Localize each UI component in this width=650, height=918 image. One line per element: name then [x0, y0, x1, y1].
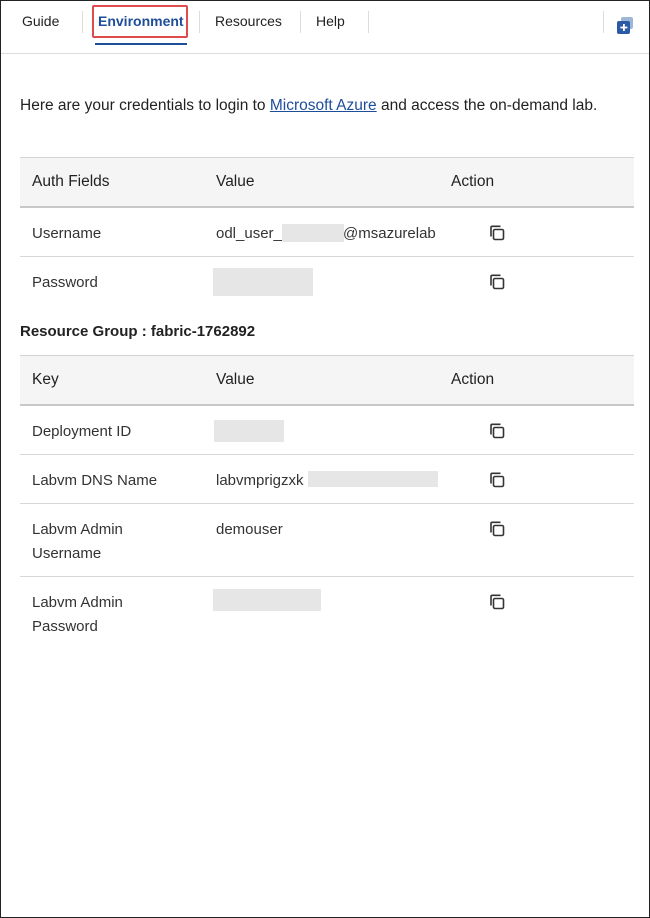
key-line: Labvm Admin	[32, 594, 123, 611]
redacted-value	[214, 420, 284, 442]
tab-help[interactable]: Help	[316, 1, 345, 41]
key-line: Username	[32, 545, 102, 562]
tab-resources[interactable]: Resources	[215, 1, 282, 41]
tab-divider	[199, 11, 200, 33]
table-row: Password	[20, 257, 634, 306]
column-header-value: Value	[216, 173, 255, 190]
tab-divider	[82, 11, 83, 33]
column-header-value: Value	[216, 371, 255, 388]
key-line: Password	[32, 618, 98, 635]
tab-highlight-box	[92, 5, 188, 38]
resources-table: Key Value Action Deployment ID Labvm DNS…	[20, 355, 634, 649]
column-header-action: Action	[451, 173, 495, 190]
table-row: Deployment ID	[20, 406, 634, 455]
table-header: Auth Fields Value Action	[20, 157, 634, 208]
redacted-value	[213, 268, 313, 296]
admin-username-value: demouser	[216, 521, 283, 538]
copy-icon[interactable]	[488, 224, 506, 242]
table-row: Username odl_user_ @msazurelab	[20, 208, 634, 257]
key-line: Labvm Admin	[32, 521, 123, 538]
credentials-table: Auth Fields Value Action Username odl_us…	[20, 157, 634, 306]
table-row: Labvm DNS Name labvmprigzxk	[20, 455, 634, 504]
field-password: Password	[32, 274, 98, 291]
table-row: Labvm Admin Password	[20, 577, 634, 649]
column-header-key: Key	[32, 371, 59, 388]
add-window-icon[interactable]	[615, 16, 635, 36]
microsoft-azure-link[interactable]: Microsoft Azure	[270, 97, 377, 114]
redacted-value	[282, 224, 344, 242]
redacted-value	[213, 589, 321, 611]
redacted-value	[308, 471, 438, 487]
tab-divider	[603, 11, 604, 33]
key-labvm-admin-username: Labvm Admin Username	[32, 518, 123, 566]
field-username: Username	[32, 225, 102, 242]
environment-panel: Guide Environment Resources Help Here ar…	[0, 0, 650, 918]
table-row: Labvm Admin Username demouser	[20, 504, 634, 577]
username-value-prefix: odl_user_	[216, 225, 282, 242]
tab-divider	[368, 11, 369, 33]
copy-icon[interactable]	[488, 422, 506, 440]
labvm-dns-value: labvmprigzxk	[216, 472, 304, 489]
username-value-suffix: @msazurelab	[343, 225, 436, 242]
copy-icon[interactable]	[488, 471, 506, 489]
copy-icon[interactable]	[488, 520, 506, 538]
intro-text-after: and access the on-demand lab.	[376, 97, 598, 114]
intro-text-before: Here are your credentials to login to	[20, 97, 270, 114]
table-header: Key Value Action	[20, 355, 634, 406]
column-header-action: Action	[451, 371, 495, 388]
key-labvm-dns-name: Labvm DNS Name	[32, 472, 158, 489]
tab-divider	[300, 11, 301, 33]
tab-bar: Guide Environment Resources Help	[1, 1, 649, 54]
resource-group-label: Resource Group : fabric-1762892	[20, 323, 256, 340]
copy-icon[interactable]	[488, 273, 506, 291]
active-tab-underline	[95, 43, 187, 45]
tab-guide[interactable]: Guide	[22, 1, 59, 41]
copy-icon[interactable]	[488, 593, 506, 611]
intro-text: Here are your credentials to login to Mi…	[20, 95, 640, 117]
key-labvm-admin-password: Labvm Admin Password	[32, 591, 123, 639]
key-deployment-id: Deployment ID	[32, 423, 132, 440]
column-header-auth-fields: Auth Fields	[32, 173, 110, 190]
